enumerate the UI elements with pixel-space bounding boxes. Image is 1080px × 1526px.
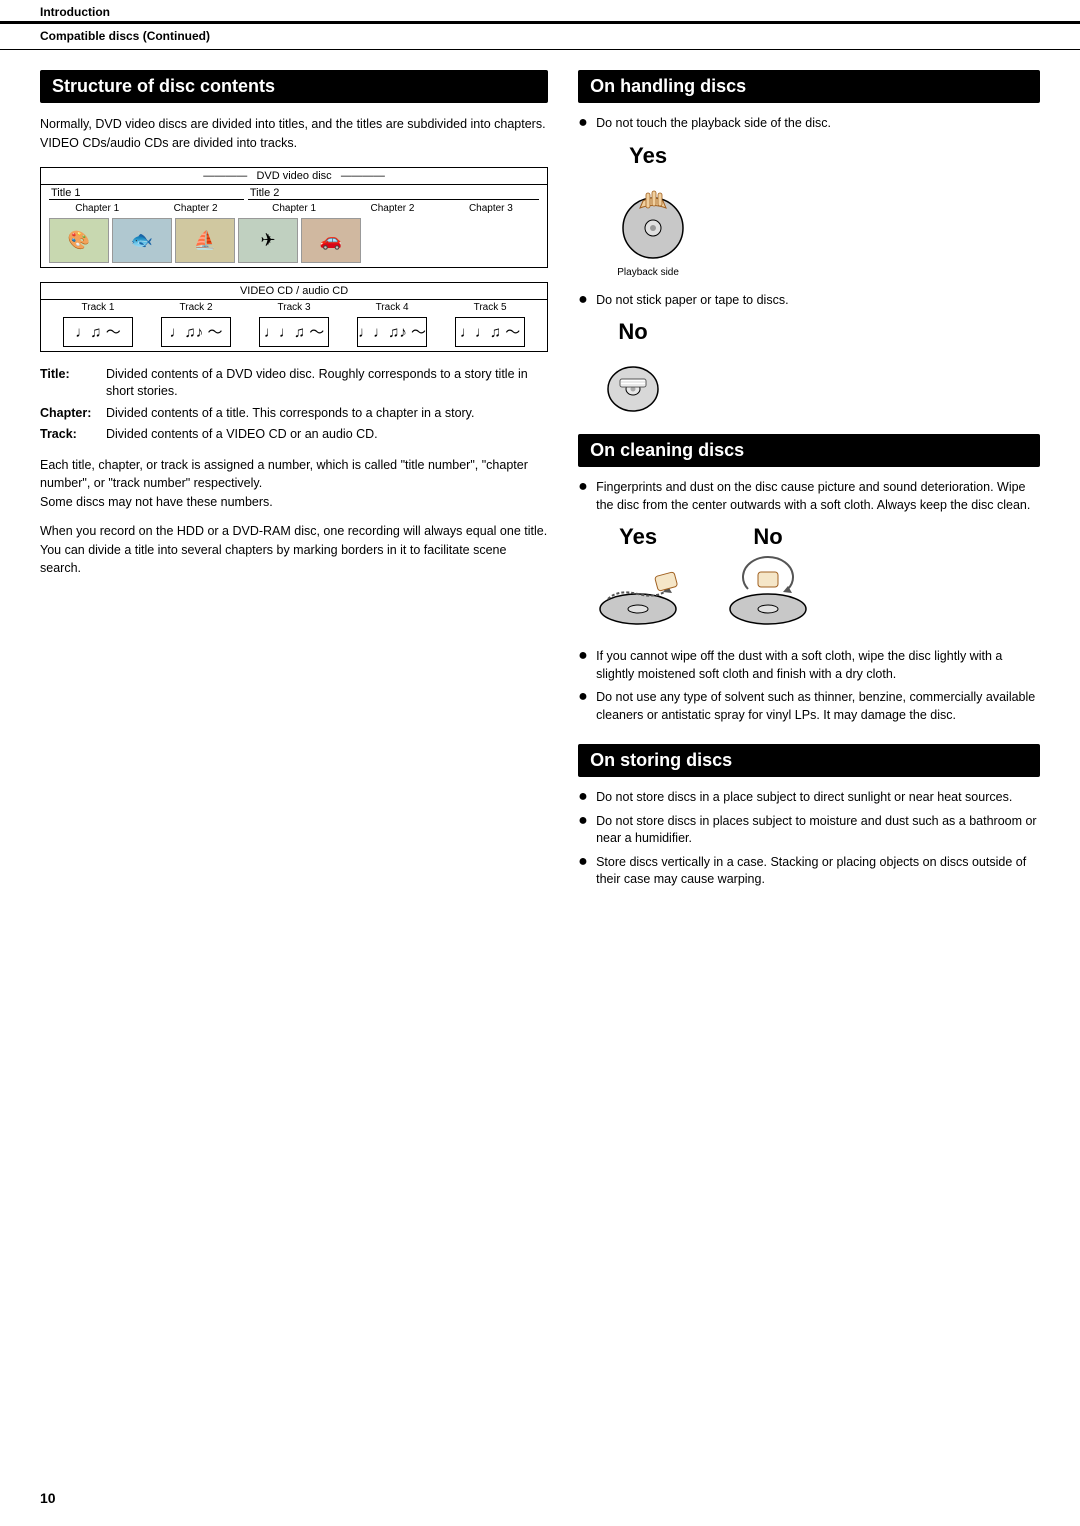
bullet-dot-c2: ● <box>578 648 590 683</box>
bullet-dot-s3: ● <box>578 854 590 889</box>
cleaning-yes-svg <box>588 554 688 634</box>
no-disc: No <box>598 319 668 414</box>
storing-section: On storing discs ● Do not store discs in… <box>578 744 1040 889</box>
thumb-1: 🎨 <box>49 218 109 263</box>
cleaning-yes-label: Yes <box>619 524 657 550</box>
handling-section-title: On handling discs <box>578 70 1040 103</box>
cleaning-yes: Yes <box>588 524 688 634</box>
page-subheader: Compatible discs (Continued) <box>0 24 1080 50</box>
dvd-diagram: DVD video disc Title 1 Title 2 Chapter 1… <box>40 167 548 268</box>
page-content: Structure of disc contents Normally, DVD… <box>0 50 1080 929</box>
storing-bullet-3-text: Store discs vertically in a case. Stacki… <box>596 854 1040 889</box>
storing-bullet-1: ● Do not store discs in a place subject … <box>578 789 1040 807</box>
yes-disc-svg <box>598 173 698 263</box>
track-labels: Track 1 Track 2 Track 3 Track 4 Track 5 <box>41 300 547 315</box>
no-label-handling: No <box>618 319 647 345</box>
term-chapter: Chapter: <box>40 405 100 423</box>
desc-track: Divided contents of a VIDEO CD or an aud… <box>106 426 548 444</box>
structure-section-title: Structure of disc contents <box>40 70 548 103</box>
chapter3-label: Chapter 3 <box>443 203 539 214</box>
cleaning-bullet-2: ● If you cannot wipe off the dust with a… <box>578 648 1040 683</box>
bullet-dot-s1: ● <box>578 789 590 807</box>
def-track: Track: Divided contents of a VIDEO CD or… <box>40 426 548 444</box>
compat-label: Compatible discs (Continued) <box>40 29 210 43</box>
intro-text-1: Normally, DVD video discs are divided in… <box>40 115 548 153</box>
cd-diagram: VIDEO CD / audio CD Track 1 Track 2 Trac… <box>40 282 548 352</box>
cleaning-bullet-1-text: Fingerprints and dust on the disc cause … <box>596 479 1040 514</box>
bullet-dot-2: ● <box>578 292 590 310</box>
handling-bullet-1: ● Do not touch the playback side of the … <box>578 115 1040 133</box>
title1-label: Title 1 <box>49 187 244 200</box>
no-disc-illustration: No <box>598 319 1040 414</box>
handling-bullet-1-text: Do not touch the playback side of the di… <box>596 115 831 133</box>
bullet-dot-c3: ● <box>578 689 590 724</box>
storing-bullet-2-text: Do not store discs in places subject to … <box>596 813 1040 848</box>
thumb-4: ✈ <box>238 218 298 263</box>
intro-label: Introduction <box>40 5 110 19</box>
yes-disc-illustration: Yes Playback s <box>598 143 1040 278</box>
body-text-2: When you record on the HDD or a DVD-RAM … <box>40 522 548 578</box>
term-track: Track: <box>40 426 100 444</box>
bullet-dot-1: ● <box>578 115 590 133</box>
playback-side-label: Playback side <box>617 267 679 278</box>
cleaning-bullet-3: ● Do not use any type of solvent such as… <box>578 689 1040 724</box>
desc-title: Divided contents of a DVD video disc. Ro… <box>106 366 548 401</box>
track-music: ♩♫ ～ ♩♫♪ ～ ♩♩♫ ～ ♩♩♫♪ ～ ♩♩♫ ～ <box>41 315 547 351</box>
page-wrapper: Introduction Compatible discs (Continued… <box>0 0 1080 1526</box>
page-number: 10 <box>40 1490 56 1506</box>
desc-chapter: Divided contents of a title. This corres… <box>106 405 548 423</box>
storing-bullet-2: ● Do not store discs in places subject t… <box>578 813 1040 848</box>
left-column: Structure of disc contents Normally, DVD… <box>40 70 548 909</box>
cleaning-bullet-1: ● Fingerprints and dust on the disc caus… <box>578 479 1040 514</box>
body-text-1: Each title, chapter, or track is assigne… <box>40 456 548 512</box>
term-title: Title: <box>40 366 100 401</box>
music-2: ♩♫♪ ～ <box>161 317 231 347</box>
music-1: ♩♫ ～ <box>63 317 133 347</box>
title2-label: Title 2 <box>248 187 539 200</box>
no-disc-svg <box>598 349 668 414</box>
right-column: On handling discs ● Do not touch the pla… <box>578 70 1040 909</box>
cleaning-section-title: On cleaning discs <box>578 434 1040 467</box>
yes-label-handling: Yes <box>629 143 667 169</box>
thumb-3: ⛵ <box>175 218 235 263</box>
cleaning-section: On cleaning discs ● Fingerprints and dus… <box>578 434 1040 724</box>
bullet-dot-c1: ● <box>578 479 590 514</box>
music-4: ♩♩♫♪ ～ <box>357 317 427 347</box>
chapters-row: Chapter 1 Chapter 2 Chapter 1 Chapter 2 … <box>41 202 547 216</box>
cleaning-bullet-2-text: If you cannot wipe off the dust with a s… <box>596 648 1040 683</box>
handling-bullet-2: ● Do not stick paper or tape to discs. <box>578 292 1040 310</box>
dvd-diagram-title: DVD video disc <box>41 168 547 185</box>
definitions: Title: Divided contents of a DVD video d… <box>40 366 548 444</box>
storing-section-title: On storing discs <box>578 744 1040 777</box>
def-chapter: Chapter: Divided contents of a title. Th… <box>40 405 548 423</box>
def-title: Title: Divided contents of a DVD video d… <box>40 366 548 401</box>
page-header: Introduction <box>0 0 1080 24</box>
cd-diagram-title: VIDEO CD / audio CD <box>41 283 547 300</box>
thumbnails-row: 🎨 🐟 ⛵ ✈ 🚗 <box>41 216 547 267</box>
cleaning-yes-no: Yes <box>588 524 1040 634</box>
handling-section: On handling discs ● Do not touch the pla… <box>578 70 1040 414</box>
thumb-5: 🚗 <box>301 218 361 263</box>
cleaning-no-label: No <box>753 524 782 550</box>
bullet-dot-s2: ● <box>578 813 590 848</box>
storing-bullet-3: ● Store discs vertically in a case. Stac… <box>578 854 1040 889</box>
handling-bullet-2-text: Do not stick paper or tape to discs. <box>596 292 788 310</box>
storing-bullet-1-text: Do not store discs in a place subject to… <box>596 789 1012 807</box>
music-3: ♩♩♫ ～ <box>259 317 329 347</box>
yes-disc: Yes Playback s <box>598 143 698 278</box>
cleaning-no-svg <box>718 554 818 634</box>
cleaning-no: No <box>718 524 818 634</box>
cleaning-bullet-3-text: Do not use any type of solvent such as t… <box>596 689 1040 724</box>
thumb-2: 🐟 <box>112 218 172 263</box>
music-5: ♩♩♫ ～ <box>455 317 525 347</box>
